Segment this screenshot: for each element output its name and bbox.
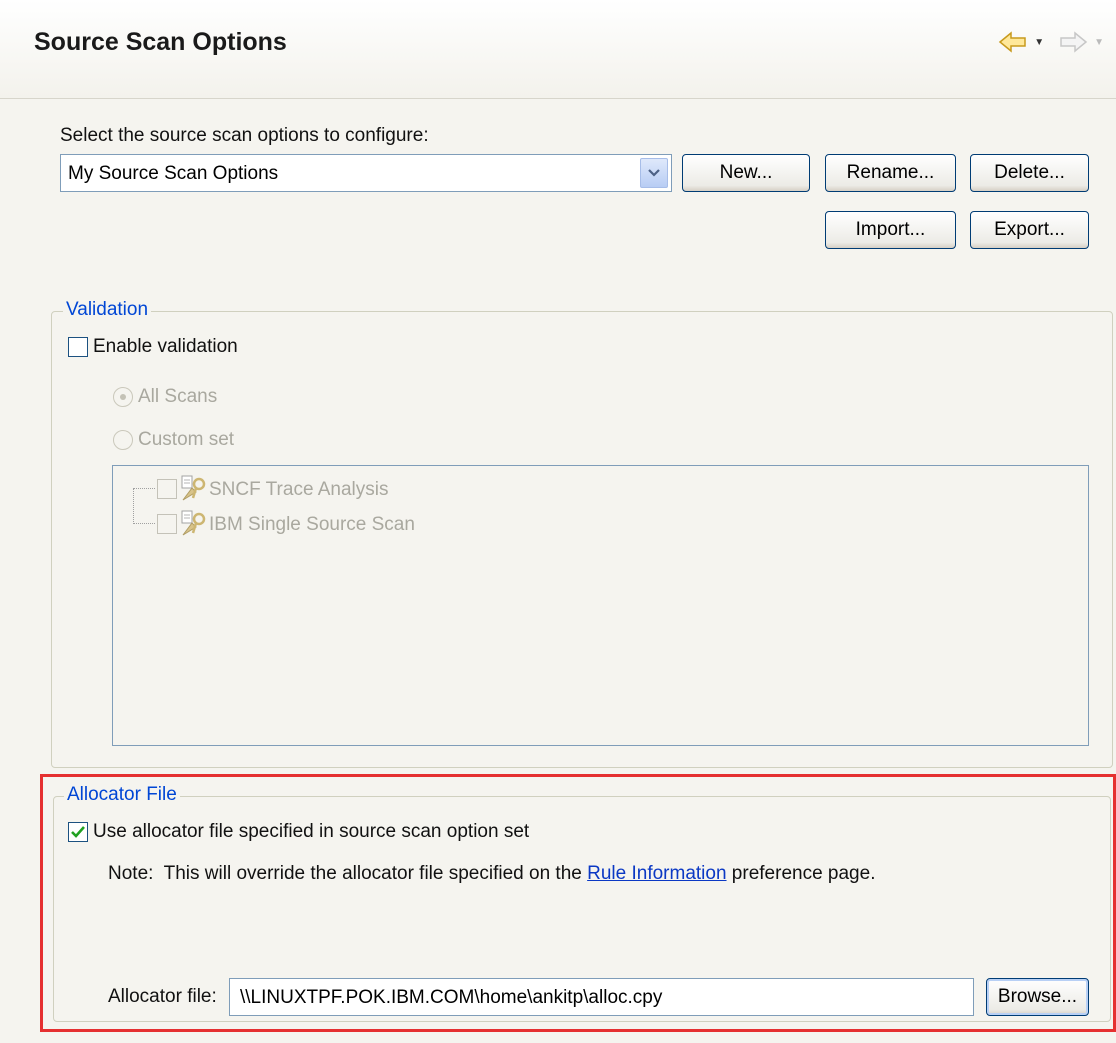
new-button[interactable]: New... (682, 154, 810, 192)
tree-connector (133, 488, 155, 489)
rename-button[interactable]: Rename... (825, 154, 956, 192)
allocator-legend: Allocator File (64, 784, 180, 806)
import-button[interactable]: Import... (825, 211, 956, 249)
custom-set-label: Custom set (138, 429, 235, 450)
tree-item-checkbox[interactable] (157, 514, 177, 534)
checkmark-icon (71, 826, 85, 838)
scan-options-combo-value: My Source Scan Options (68, 163, 279, 184)
page-header: Source Scan Options ▼ ▼ (0, 0, 1116, 99)
rule-set-icon (180, 474, 206, 508)
history-navigation: ▼ ▼ (998, 30, 1112, 54)
use-allocator-label: Use allocator file specified in source s… (93, 821, 530, 842)
validation-legend: Validation (63, 299, 152, 321)
forward-dropdown-icon[interactable]: ▼ (1094, 37, 1104, 48)
chevron-down-icon[interactable] (640, 158, 668, 188)
rule-set-icon (180, 509, 206, 543)
tree-connector (133, 488, 134, 524)
note-text-suffix: preference page. (726, 863, 876, 884)
tree-item-checkbox[interactable] (157, 479, 177, 499)
use-allocator-checkbox[interactable] (68, 822, 88, 842)
rule-information-link[interactable]: Rule Information (587, 863, 726, 884)
back-dropdown-icon[interactable]: ▼ (1034, 37, 1044, 48)
custom-set-radio[interactable] (113, 430, 133, 450)
back-arrow-icon[interactable] (998, 30, 1028, 54)
page-title: Source Scan Options (34, 28, 287, 56)
all-scans-radio[interactable] (113, 387, 133, 407)
config-prompt-label: Select the source scan options to config… (60, 125, 429, 146)
all-scans-label: All Scans (138, 386, 218, 407)
export-button[interactable]: Export... (970, 211, 1089, 249)
allocator-file-input[interactable]: \\LINUXTPF.POK.IBM.COM\home\ankitp\alloc… (229, 978, 974, 1016)
allocator-file-label: Allocator file: (108, 986, 217, 1007)
enable-validation-label: Enable validation (93, 336, 238, 357)
allocator-file-value: \\LINUXTPF.POK.IBM.COM\home\ankitp\alloc… (240, 987, 663, 1008)
enable-validation-checkbox[interactable] (68, 337, 88, 357)
preference-page: Source Scan Options ▼ ▼ Select the sourc… (0, 0, 1116, 1043)
delete-button[interactable]: Delete... (970, 154, 1089, 192)
allocator-note: Note: This will override the allocator f… (108, 863, 875, 885)
browse-button[interactable]: Browse... (986, 978, 1089, 1016)
scan-rules-tree: SNCF Trace Analysis IBM Single Source Sc… (112, 465, 1089, 746)
tree-item-label: IBM Single Source Scan (209, 514, 415, 535)
scan-options-combo[interactable]: My Source Scan Options (60, 154, 672, 192)
forward-arrow-icon[interactable] (1058, 30, 1088, 54)
tree-item-label: SNCF Trace Analysis (209, 479, 389, 500)
note-text: Note: This will override the allocator f… (108, 863, 588, 884)
tree-connector (133, 523, 155, 524)
